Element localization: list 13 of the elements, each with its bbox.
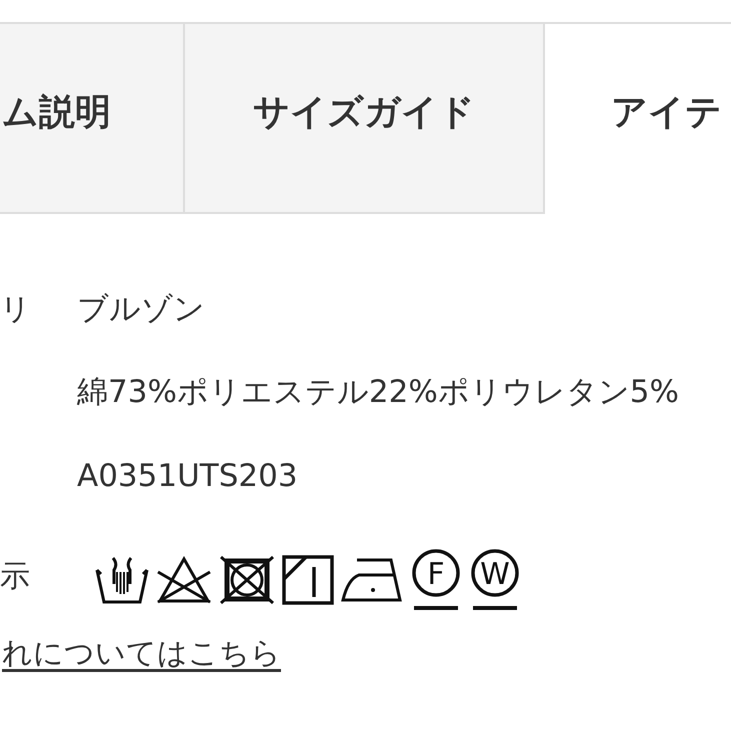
field-label: リ <box>0 290 31 328</box>
field-value: ブルゾン <box>77 290 205 329</box>
iron-icon <box>341 557 403 603</box>
tab[interactable]: サイズガイド <box>185 24 545 214</box>
shade-line-dry-icon <box>282 555 334 605</box>
tab[interactable]: ム説明 <box>0 24 185 214</box>
hand-wash-icon <box>95 556 149 604</box>
no-bleach-icon <box>156 556 212 604</box>
field-value: 綿73%ポリエステル22%ポリウレタン5% <box>77 373 679 412</box>
no-tumble-dry-icon <box>219 555 275 605</box>
care-info-link[interactable]: れについてはこちら <box>2 633 281 675</box>
field-value: A0351UTS203 <box>77 458 298 494</box>
field-label: 示 <box>0 558 30 596</box>
